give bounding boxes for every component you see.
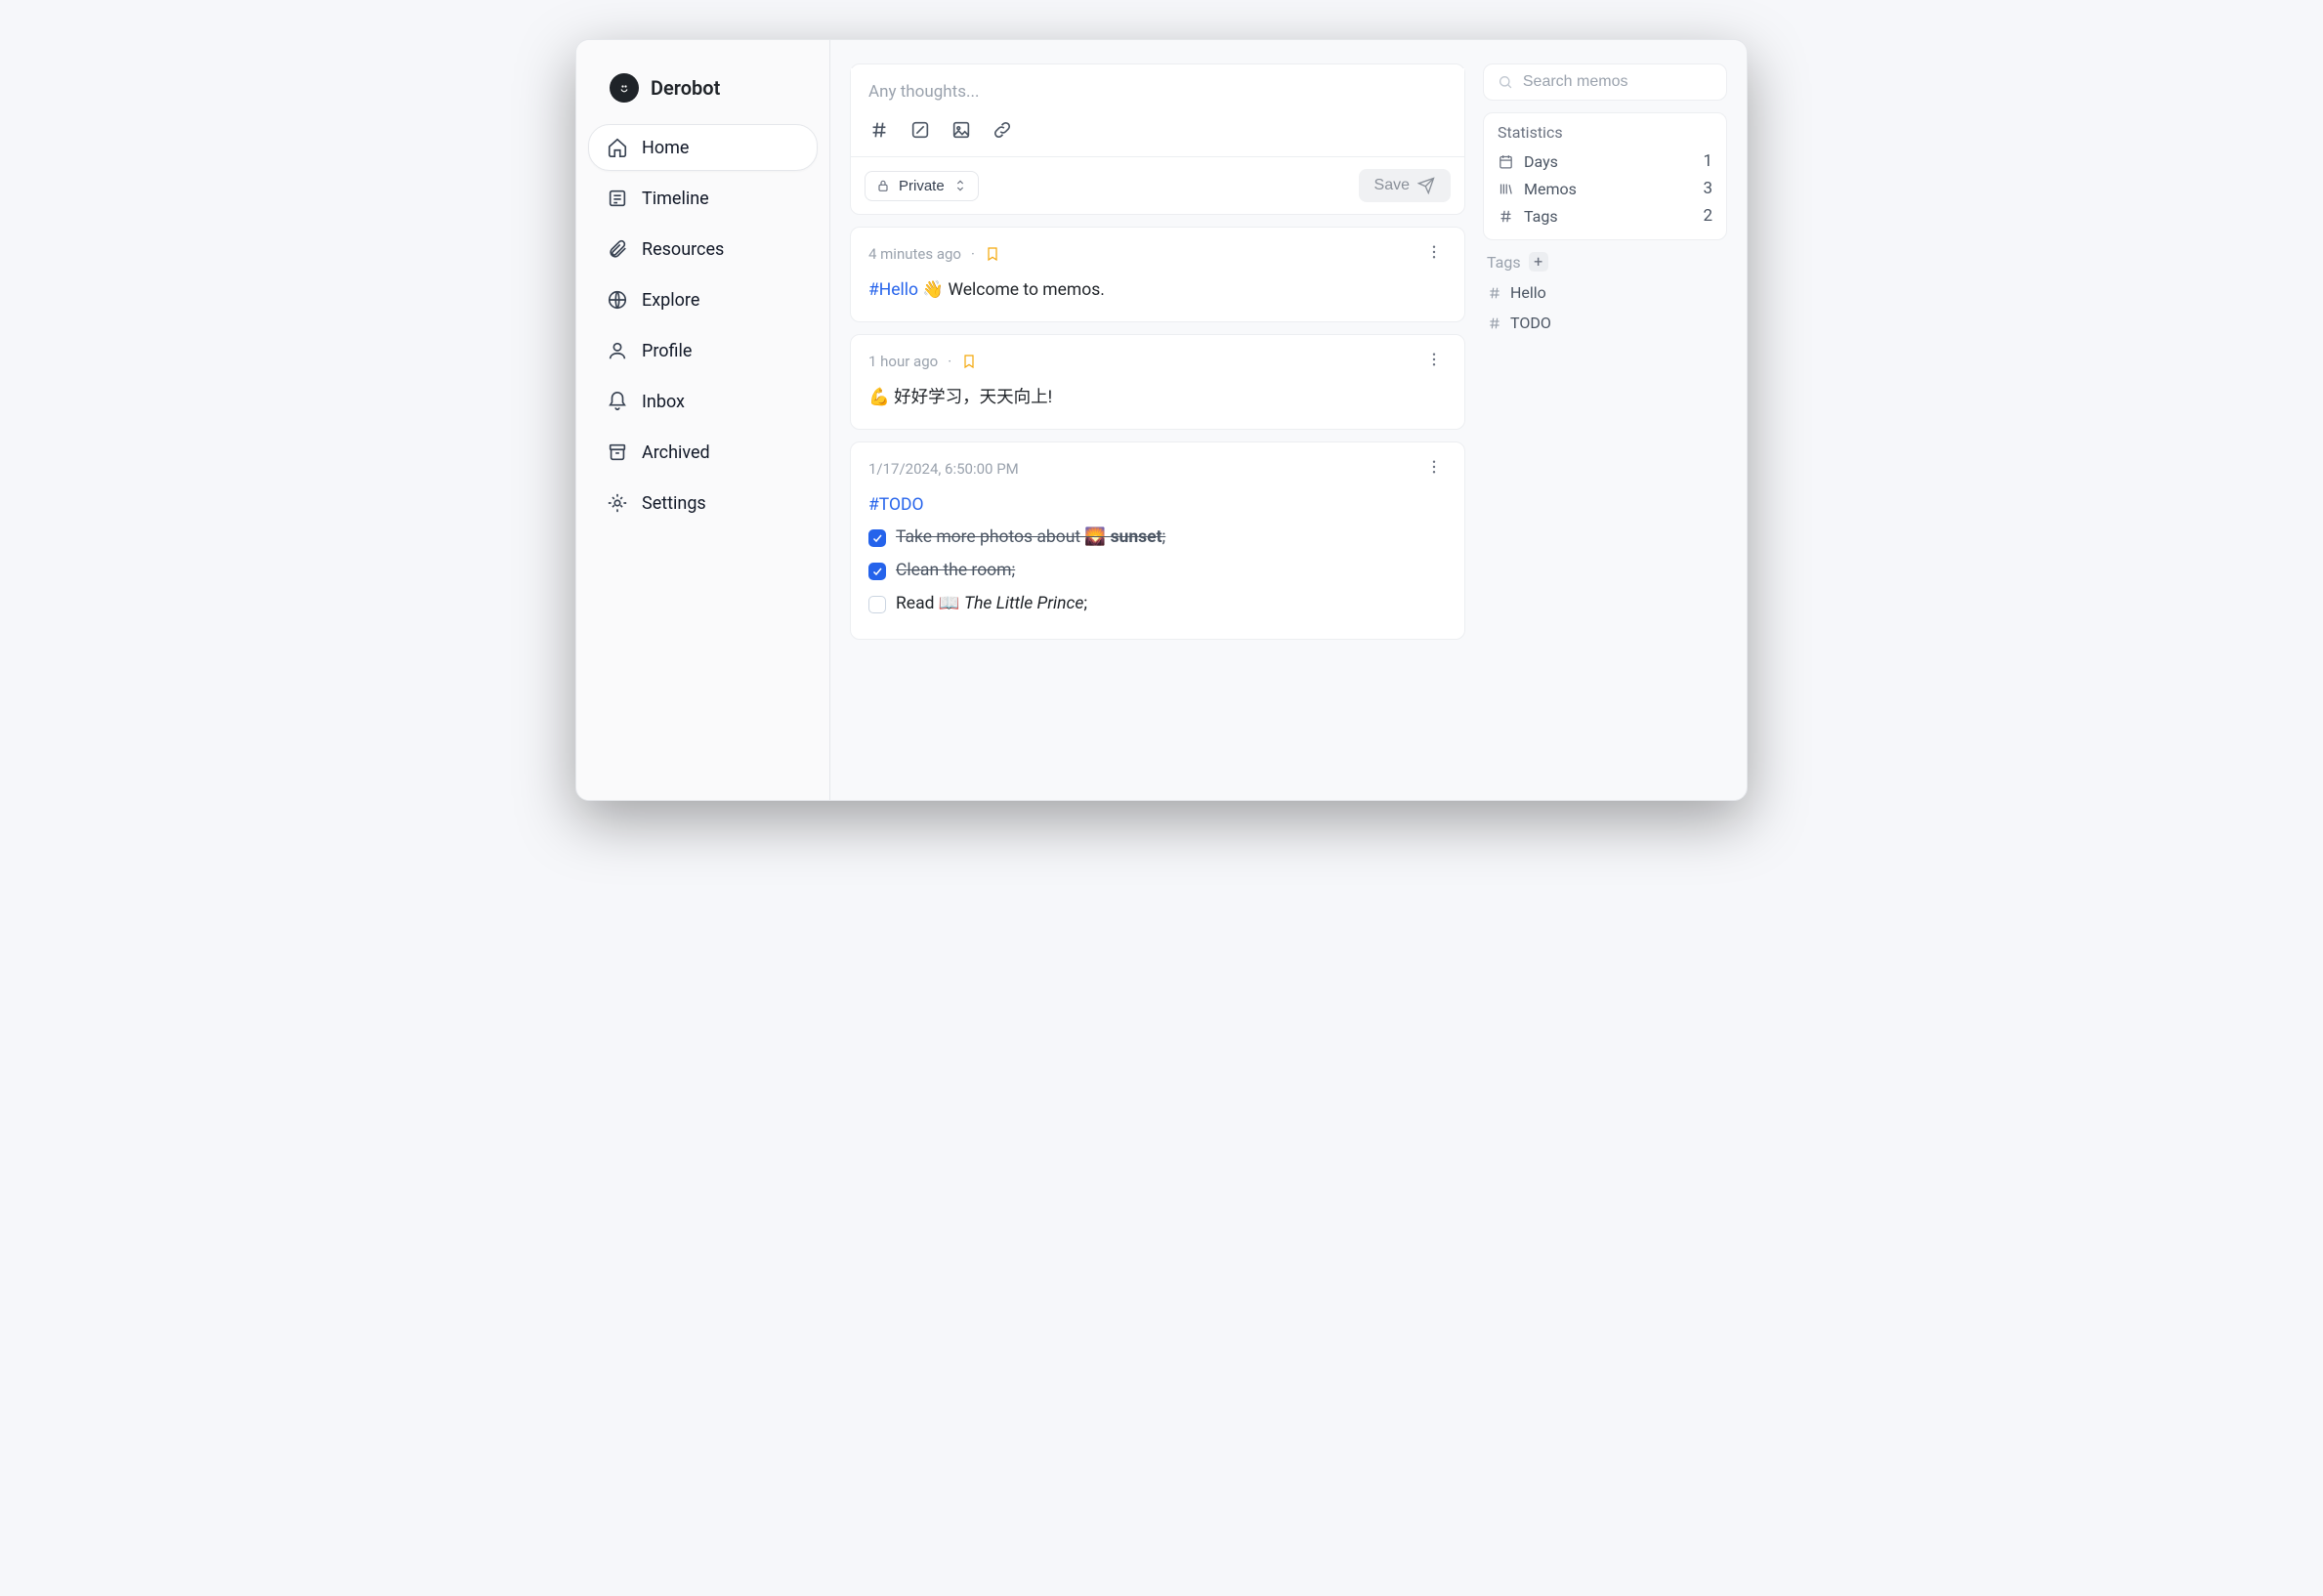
more-icon[interactable] xyxy=(1421,349,1447,374)
archive-icon xyxy=(607,441,628,463)
hash-icon xyxy=(1487,315,1502,331)
checkbox-checked-icon[interactable] xyxy=(868,563,886,580)
stat-row-days: Days 1 xyxy=(1498,147,1712,175)
memo-timestamp: 1/17/2024, 6:50:00 PM xyxy=(868,460,1019,478)
bookmark-icon xyxy=(961,354,977,369)
nav-label: Explore xyxy=(642,290,699,311)
nav: Home Timeline Resources Explore xyxy=(588,124,818,526)
paperclip-icon xyxy=(607,238,628,260)
nav-label: Home xyxy=(642,138,689,158)
checkbox-checked-icon[interactable] xyxy=(868,529,886,547)
nav-item-archived[interactable]: Archived xyxy=(588,429,818,476)
search-box[interactable] xyxy=(1483,63,1727,101)
timeline-icon xyxy=(607,188,628,209)
nav-item-timeline[interactable]: Timeline xyxy=(588,175,818,222)
globe-icon xyxy=(607,289,628,311)
checkbox-unchecked-icon[interactable] xyxy=(868,596,886,613)
bookmark-icon xyxy=(985,246,1000,262)
nav-label: Inbox xyxy=(642,392,685,412)
memo-text: 💪 好好学习，天天向上! xyxy=(868,388,1052,407)
nav-label: Resources xyxy=(642,239,724,260)
stats-title: Statistics xyxy=(1498,123,1712,142)
brand-logo-icon xyxy=(610,73,639,103)
nav-item-inbox[interactable]: Inbox xyxy=(588,378,818,425)
sidebar: Derobot Home Timeline Resources xyxy=(576,40,830,800)
memo-timestamp: 1 hour ago xyxy=(868,353,938,370)
hash-icon xyxy=(1487,285,1502,301)
nav-item-explore[interactable]: Explore xyxy=(588,276,818,323)
memo-text: 👋 Welcome to memos. xyxy=(918,280,1105,300)
app-window: Derobot Home Timeline Resources xyxy=(575,39,1748,801)
todo-item: Take more photos about 🌄 sunset; xyxy=(868,524,1447,553)
nav-label: Archived xyxy=(642,442,710,463)
memo-body: 💪 好好学习，天天向上! xyxy=(868,384,1447,413)
composer-input[interactable] xyxy=(851,68,1464,109)
send-icon xyxy=(1417,177,1435,194)
composer: Private Save xyxy=(850,63,1465,215)
stats-card: Statistics Days 1 Memos 3 Tags 2 xyxy=(1483,112,1727,240)
hash-icon[interactable] xyxy=(868,119,890,141)
nav-item-settings[interactable]: Settings xyxy=(588,480,818,526)
brand[interactable]: Derobot xyxy=(588,67,818,118)
right-column: Statistics Days 1 Memos 3 Tags 2 Tags + xyxy=(1483,63,1727,777)
brand-name: Derobot xyxy=(651,76,720,100)
nav-label: Timeline xyxy=(642,189,709,209)
save-label: Save xyxy=(1374,177,1410,194)
gear-icon xyxy=(607,492,628,514)
stat-row-tags: Tags 2 xyxy=(1498,202,1712,230)
memo-timestamp: 4 minutes ago xyxy=(868,245,961,263)
feed: Private Save 4 minutes ago · xyxy=(850,63,1465,777)
add-tag-button[interactable]: + xyxy=(1529,252,1548,272)
more-icon[interactable] xyxy=(1421,456,1447,482)
memo-body: #Hello 👋 Welcome to memos. xyxy=(868,276,1447,306)
tag-item-hello[interactable]: Hello xyxy=(1487,277,1723,308)
nav-item-resources[interactable]: Resources xyxy=(588,226,818,273)
main: Private Save 4 minutes ago · xyxy=(830,40,1747,800)
hash-icon xyxy=(1498,208,1514,225)
memo-tag[interactable]: #TODO xyxy=(868,495,924,515)
stat-row-memos: Memos 3 xyxy=(1498,175,1712,202)
memo-meta: 4 minutes ago · xyxy=(868,245,1000,263)
user-icon xyxy=(607,340,628,361)
visibility-button[interactable]: Private xyxy=(865,171,979,201)
lock-icon xyxy=(875,178,891,193)
tags-section: Tags + Hello TODO xyxy=(1483,252,1727,338)
composer-footer: Private Save xyxy=(851,156,1464,214)
composer-toolbar xyxy=(851,113,1464,156)
todo-item: Clean the room; xyxy=(868,557,1447,586)
search-input[interactable] xyxy=(1523,73,1712,91)
link-icon[interactable] xyxy=(992,119,1013,141)
tags-header: Tags + xyxy=(1487,252,1723,272)
memo-card: 1/17/2024, 6:50:00 PM #TODO Take more ph… xyxy=(850,441,1465,640)
visibility-label: Private xyxy=(899,178,945,194)
checkbox-icon[interactable] xyxy=(909,119,931,141)
search-icon xyxy=(1498,73,1513,91)
bell-icon xyxy=(607,391,628,412)
nav-item-home[interactable]: Home xyxy=(588,124,818,171)
image-icon[interactable] xyxy=(950,119,972,141)
nav-label: Profile xyxy=(642,341,692,361)
memo-body: #TODO Take more photos about 🌄 sunset; C… xyxy=(868,491,1447,619)
chevron-updown-icon xyxy=(952,178,968,193)
memo-meta: 1 hour ago · xyxy=(868,353,977,370)
calendar-icon xyxy=(1498,153,1514,170)
library-icon xyxy=(1498,181,1514,197)
save-button[interactable]: Save xyxy=(1359,169,1451,202)
memo-card: 4 minutes ago · #Hello 👋 Welcome to memo… xyxy=(850,227,1465,322)
home-icon xyxy=(607,137,628,158)
more-icon[interactable] xyxy=(1421,241,1447,267)
tag-item-todo[interactable]: TODO xyxy=(1487,308,1723,338)
memo-meta: 1/17/2024, 6:50:00 PM xyxy=(868,460,1019,478)
memo-tag[interactable]: #Hello xyxy=(868,280,918,300)
memo-card: 1 hour ago · 💪 好好学习，天天向上! xyxy=(850,334,1465,430)
nav-label: Settings xyxy=(642,493,706,514)
todo-item: Read 📖 The Little Prince; xyxy=(868,590,1447,619)
nav-item-profile[interactable]: Profile xyxy=(588,327,818,374)
